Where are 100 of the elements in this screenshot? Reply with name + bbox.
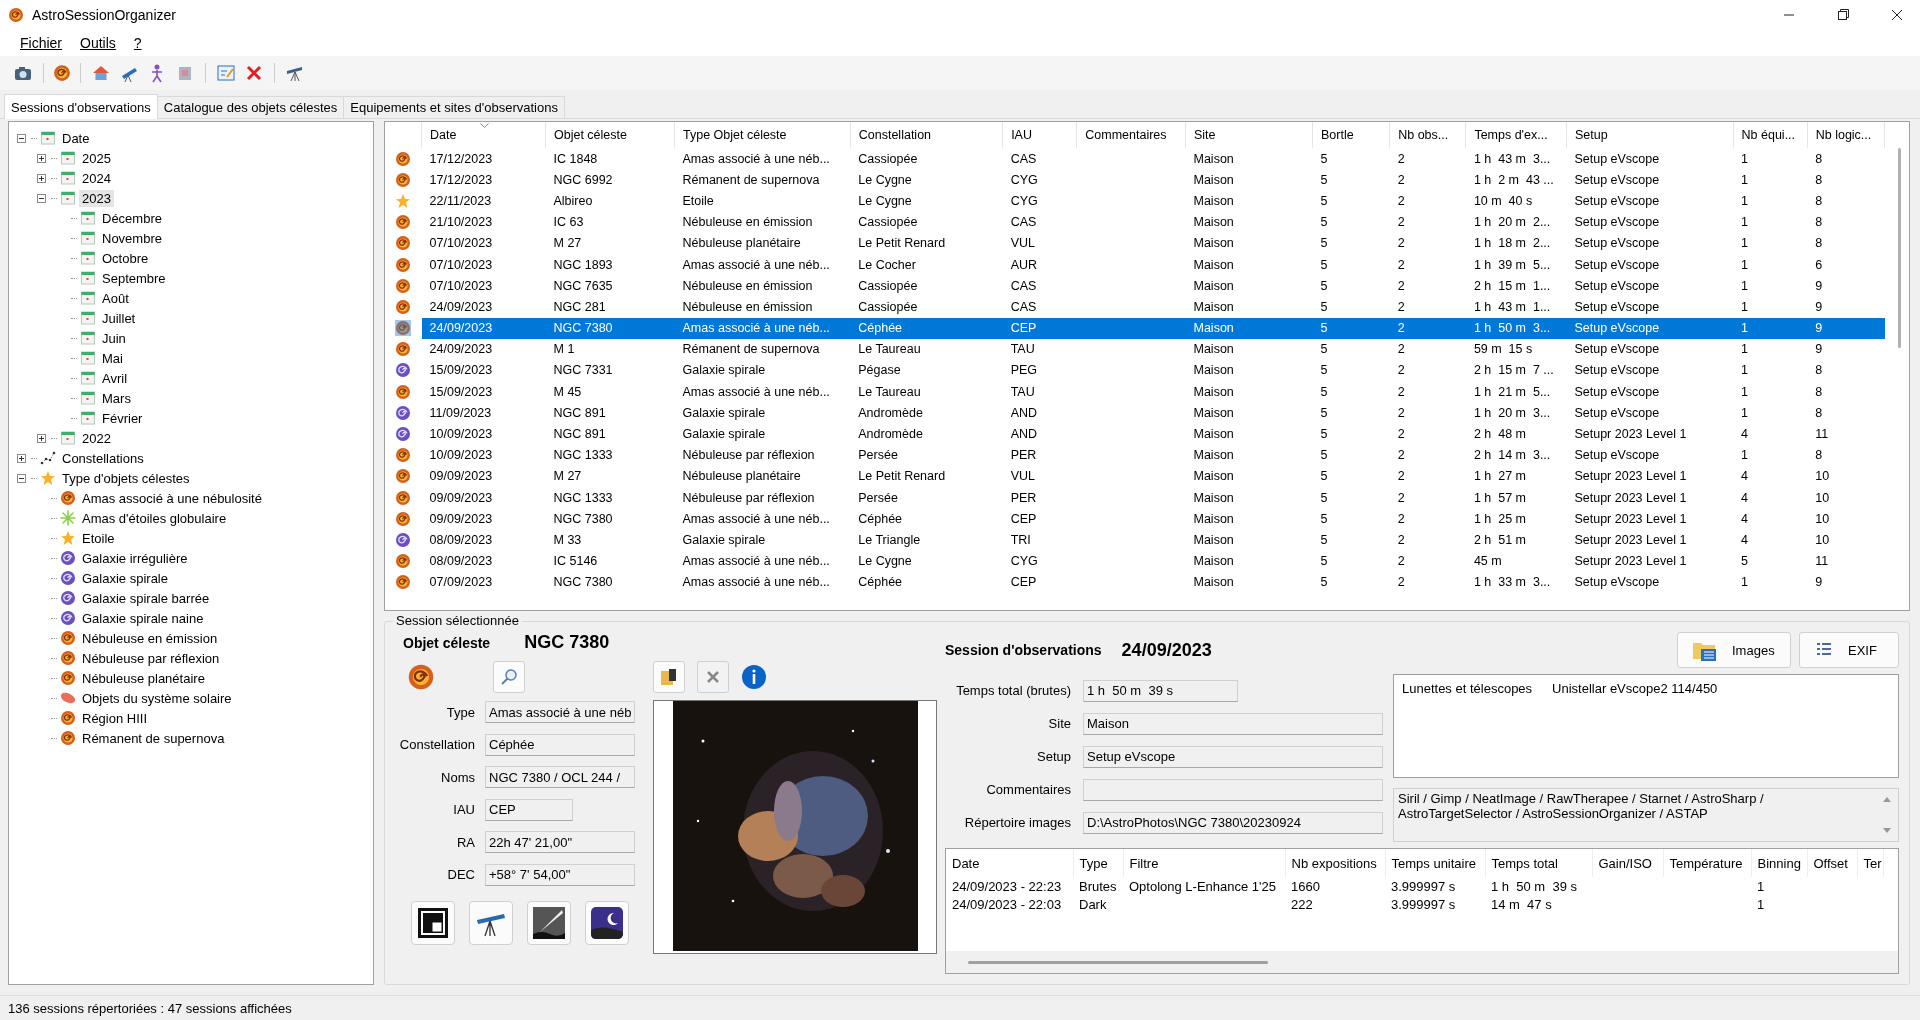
tree-item[interactable]: Galaxie spirale barrée — [79, 589, 213, 607]
expander-icon[interactable] — [17, 453, 26, 463]
telescope-button[interactable] — [469, 901, 513, 945]
tree-item[interactable]: Galaxie spirale — [79, 569, 171, 587]
tree-item[interactable]: Amas associé à une nébulosité — [79, 489, 265, 507]
tree-item[interactable]: Région HIII — [79, 709, 151, 727]
column-header[interactable]: Filtre — [1123, 849, 1285, 877]
text-field[interactable]: Setup eVscope — [1083, 745, 1383, 768]
column-header[interactable]: Gain/ISO — [1592, 849, 1663, 877]
text-field[interactable]: +58° 7' 54,00" — [485, 863, 635, 886]
expander-icon[interactable] — [37, 153, 46, 163]
scrollbar-thumb[interactable] — [1898, 148, 1901, 348]
exif-button[interactable]: EXIF — [1799, 632, 1899, 668]
column-header[interactable]: Nb logic... — [1807, 122, 1885, 148]
expander-icon[interactable] — [17, 133, 26, 143]
column-header[interactable]: IAU — [1002, 122, 1077, 148]
tree-item[interactable]: 2022 — [79, 429, 114, 447]
tab[interactable]: Sessions d'observations — [4, 94, 158, 119]
frame-button[interactable] — [411, 901, 455, 945]
table-cell: Nébuleuse en émission — [682, 278, 813, 293]
expander-icon[interactable] — [37, 173, 46, 183]
expander-icon[interactable] — [37, 193, 46, 203]
field-label: Répertoire images — [963, 815, 1071, 830]
star-icon — [395, 192, 411, 209]
column-header[interactable]: Temps d'ex... — [1465, 122, 1567, 148]
text-field[interactable]: CEP — [485, 798, 573, 821]
column-header[interactable]: Commentaires — [1076, 122, 1186, 148]
column-header[interactable]: Bortle — [1312, 122, 1390, 148]
table-cell: Nébuleuse en émission — [682, 215, 813, 230]
tree-item[interactable]: Août — [99, 289, 132, 307]
scrollbar-thumb[interactable] — [968, 961, 1268, 964]
tree-item[interactable]: 2024 — [79, 169, 114, 187]
menu-item[interactable]: ? — [125, 33, 150, 53]
tree-item[interactable]: Novembre — [99, 229, 165, 247]
column-header[interactable]: Date — [946, 849, 1073, 877]
text-field[interactable]: 1 h 50 m 39 s — [1083, 679, 1238, 702]
tab[interactable]: Equipements et sites d'observations — [343, 96, 565, 118]
column-header[interactable]: Type — [1073, 849, 1123, 877]
column-header[interactable]: Nb obs... — [1389, 122, 1466, 148]
search-button[interactable] — [493, 661, 525, 693]
tree-item[interactable]: Mai — [99, 349, 126, 367]
column-header[interactable]: Temps total — [1485, 849, 1592, 877]
tree-item[interactable]: Amas d'étoiles globulaire — [79, 509, 230, 527]
tree-item[interactable]: Nébuleuse en émission — [79, 629, 221, 647]
comet-button[interactable] — [527, 901, 571, 945]
column-header[interactable]: Ter — [1857, 849, 1883, 877]
nebula-icon[interactable] — [53, 64, 71, 82]
tree-item[interactable]: Galaxie irrégulière — [79, 549, 191, 567]
tree-item[interactable]: Mars — [99, 389, 134, 407]
text-field[interactable]: Amas associé à une néb — [485, 701, 635, 724]
column-header[interactable]: Binning — [1751, 849, 1807, 877]
tree-item[interactable]: Juin — [99, 329, 129, 347]
column-header[interactable]: Objet céleste — [545, 122, 675, 148]
text-field[interactable]: Maison — [1083, 712, 1383, 735]
text-field[interactable] — [1083, 778, 1383, 801]
column-header[interactable]: Constellation — [850, 122, 1003, 148]
table-cell: Maison — [1193, 257, 1234, 272]
tab[interactable]: Catalogue des objets célestes — [156, 96, 345, 118]
tree-item[interactable]: 2025 — [79, 149, 114, 167]
text-field[interactable]: NGC 7380 / OCL 244 / — [485, 766, 635, 789]
table-cell: Maison — [1193, 469, 1234, 484]
film-folder-button[interactable] — [653, 661, 685, 693]
tree-item[interactable]: Constellations — [59, 449, 147, 467]
text-field[interactable]: 22h 47' 21,00" — [485, 831, 635, 854]
delete-button[interactable] — [697, 661, 729, 693]
column-header[interactable]: Setup — [1566, 122, 1734, 148]
images-button[interactable]: Images — [1677, 632, 1791, 668]
tree-item[interactable]: Galaxie spirale naine — [79, 609, 207, 627]
tree-item[interactable]: Etoile — [79, 529, 118, 547]
info-icon[interactable] — [741, 664, 767, 690]
menu-item[interactable]: Fichier — [12, 33, 70, 53]
tree-item[interactable]: Type d'objets célestes — [59, 469, 193, 487]
column-header[interactable]: Date — [421, 122, 546, 148]
text-field[interactable]: D:\AstroPhotos\NGC 7380\20230924 — [1083, 811, 1383, 834]
menu-item[interactable]: Outils — [72, 33, 124, 53]
column-header[interactable]: Nb équi... — [1733, 122, 1808, 148]
column-header[interactable]: Nb expositions — [1285, 849, 1385, 877]
text-field[interactable]: Céphée — [485, 733, 635, 756]
column-header[interactable]: Température — [1663, 849, 1751, 877]
night-sky-button[interactable] — [585, 901, 629, 945]
tree-item[interactable]: Décembre — [99, 209, 165, 227]
tree-item[interactable]: Septembre — [99, 269, 169, 287]
tree-item[interactable]: Date — [59, 129, 93, 147]
column-header[interactable]: Type Objet céleste — [674, 122, 851, 148]
tree-item[interactable]: Octobre — [99, 249, 152, 267]
tree-item[interactable]: Février — [99, 409, 146, 427]
column-header[interactable]: Site — [1185, 122, 1313, 148]
tree-item[interactable]: Nébuleuse par réflexion — [79, 649, 223, 667]
star-icon — [40, 470, 56, 486]
expander-icon[interactable] — [17, 473, 26, 483]
tree-item[interactable]: 2023 — [79, 189, 114, 207]
tree-item[interactable]: Rémanent de supernova — [79, 729, 228, 747]
tree-item[interactable]: Nébuleuse planétaire — [79, 669, 208, 687]
table-cell: 4 — [1741, 427, 1748, 442]
tree-item[interactable]: Juillet — [99, 309, 139, 327]
expander-icon[interactable] — [37, 433, 46, 443]
tree-item[interactable]: Objets du système solaire — [79, 689, 235, 707]
column-header[interactable]: Temps unitaire — [1385, 849, 1485, 877]
column-header[interactable]: Offset — [1807, 849, 1857, 877]
tree-item[interactable]: Avril — [99, 369, 131, 387]
